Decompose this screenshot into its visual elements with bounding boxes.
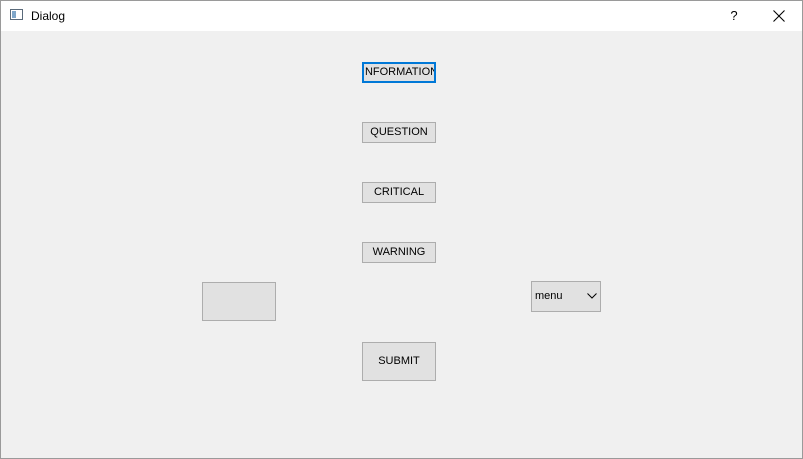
window-title: Dialog	[31, 9, 66, 23]
information-button[interactable]: INFORMATION	[362, 62, 436, 83]
chevron-down-icon	[587, 293, 597, 299]
menu-combobox-value: menu	[535, 290, 563, 302]
warning-button-label: WARNING	[372, 246, 426, 258]
help-icon: ?	[730, 8, 738, 23]
critical-button[interactable]: CRITICAL	[362, 182, 436, 203]
menu-combobox[interactable]: menu	[531, 281, 601, 312]
information-button-label: INFORMATION	[362, 66, 436, 78]
critical-button-label: CRITICAL	[373, 186, 425, 198]
dialog-window: Dialog ? INFORMATION QUESTION CRITICAL W…	[0, 0, 803, 459]
title-bar[interactable]: Dialog ?	[1, 1, 802, 31]
question-button-label: QUESTION	[370, 126, 428, 138]
help-button[interactable]: ?	[711, 1, 757, 31]
submit-button-label: SUBMIT	[378, 355, 420, 367]
close-icon	[773, 10, 785, 22]
blank-button[interactable]	[202, 282, 276, 321]
close-button[interactable]	[757, 1, 802, 31]
warning-button[interactable]: WARNING	[362, 242, 436, 263]
submit-button[interactable]: SUBMIT	[362, 342, 436, 381]
window-icon	[10, 9, 23, 20]
question-button[interactable]: QUESTION	[362, 122, 436, 143]
